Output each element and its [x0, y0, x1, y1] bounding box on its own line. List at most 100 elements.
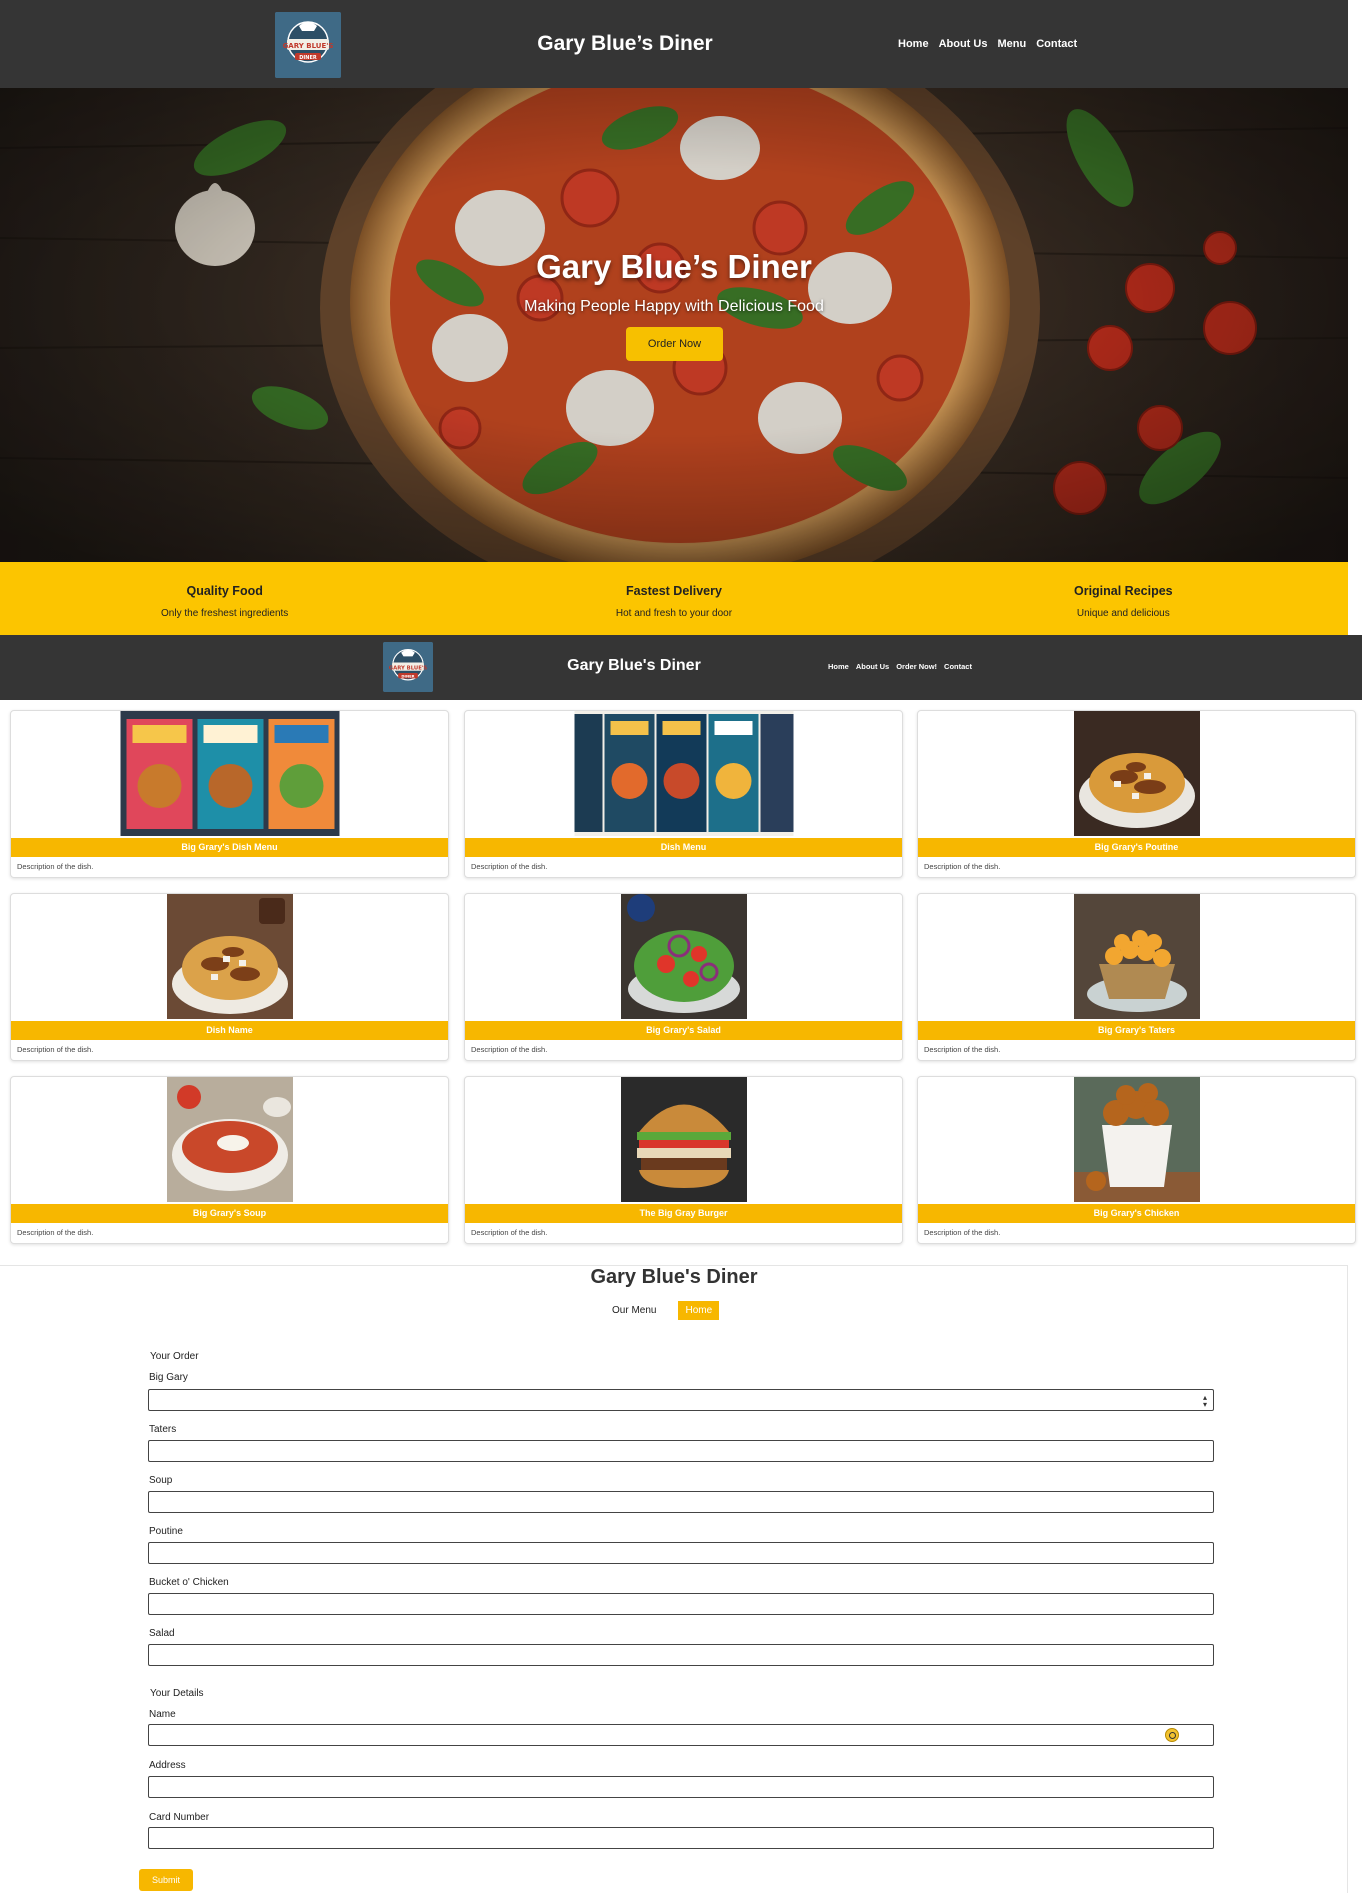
address-label: Address [149, 1760, 186, 1771]
card-description: Description of the dish. [471, 1228, 548, 1237]
svg-text:DINER: DINER [299, 55, 317, 61]
card-number-field[interactable] [148, 1827, 1214, 1849]
bucket-chicken-field[interactable] [148, 1593, 1214, 1615]
card-description: Description of the dish. [924, 1045, 1001, 1054]
card-description: Description of the dish. [924, 1228, 1001, 1237]
card-description: Description of the dish. [471, 862, 548, 871]
poutine-image [166, 894, 293, 1019]
big-gary-select[interactable]: ▴ ▾ [148, 1389, 1214, 1411]
menu-card[interactable]: Big Grary's Poutine Description of the d… [917, 710, 1356, 878]
menu-posters-image [574, 711, 793, 836]
select-arrows-icon: ▴ ▾ [1202, 1393, 1207, 1409]
salad-field[interactable] [148, 1644, 1214, 1666]
poutine-image [1073, 711, 1200, 836]
top-header: GARY BLUE'S DINER Gary Blue’s Diner Home… [0, 0, 1348, 88]
taters-image [1073, 894, 1200, 1019]
main-nav: Home About Us Menu Contact [898, 38, 1077, 50]
nav-link-order[interactable]: Order Now! [896, 662, 937, 671]
salad-label: Salad [149, 1628, 175, 1639]
nav-link-contact[interactable]: Contact [944, 662, 972, 671]
card-title: Dish Name [11, 1021, 448, 1040]
feature-title: Fastest Delivery [626, 584, 722, 598]
poutine-label: Poutine [149, 1526, 183, 1537]
card-number-label: Card Number [149, 1812, 210, 1823]
feature-text: Unique and delicious [1076, 608, 1170, 619]
feature-delivery: Fastest Delivery Hot and fresh to your d… [449, 562, 898, 635]
tab-home[interactable]: Home [678, 1301, 720, 1320]
soup-field[interactable] [148, 1491, 1214, 1513]
pizza-hero-image [0, 88, 1348, 562]
nav-link-menu[interactable]: Menu [997, 38, 1026, 50]
menu-card[interactable]: Dish Menu Description of the dish. [464, 710, 903, 878]
site-title: Gary Blue's Diner [567, 657, 701, 674]
chicken-bucket-image [1073, 1077, 1200, 1202]
diner-logo[interactable]: GARY BLUE'S DINER [383, 642, 433, 692]
site-title: Gary Blue’s Diner [537, 32, 713, 55]
card-title: Big Grary's Poutine [918, 838, 1355, 857]
menu-card[interactable]: Big Grary's Salad Description of the dis… [464, 893, 903, 1061]
menu-card[interactable]: Dish Name Description of the dish. [10, 893, 449, 1061]
hero-banner: Gary Blue’s Diner Making People Happy wi… [0, 88, 1348, 562]
your-order-heading: Your Order [150, 1351, 199, 1362]
page: GARY BLUE'S DINER Gary Blue’s Diner Home… [0, 0, 1362, 1893]
card-title: Big Grary's Chicken [918, 1204, 1355, 1223]
bucket-chicken-label: Bucket o' Chicken [149, 1577, 229, 1588]
card-title: Big Grary's Dish Menu [11, 838, 448, 857]
card-description: Description of the dish. [17, 1228, 94, 1237]
address-field[interactable] [148, 1776, 1214, 1798]
salad-image [620, 894, 747, 1019]
nav-link-about[interactable]: About Us [939, 38, 988, 50]
menu-card[interactable]: The Big Gray Burger Description of the d… [464, 1076, 903, 1244]
features-strip: Quality Food Only the freshest ingredien… [0, 562, 1348, 635]
card-description: Description of the dish. [17, 1045, 94, 1054]
card-description: Description of the dish. [924, 862, 1001, 871]
big-gary-label: Big Gary [149, 1372, 188, 1383]
nav-link-home[interactable]: Home [828, 662, 849, 671]
card-title: Dish Menu [465, 838, 902, 857]
svg-text:GARY BLUE'S: GARY BLUE'S [389, 665, 428, 671]
nav-link-home[interactable]: Home [898, 38, 929, 50]
feature-title: Original Recipes [1073, 584, 1173, 598]
svg-text:DINER: DINER [401, 674, 414, 679]
nav-link-contact[interactable]: Contact [1036, 38, 1077, 50]
menu-nav: Home About Us Order Now! Contact [828, 662, 972, 671]
card-title: Big Grary's Soup [11, 1204, 448, 1223]
poutine-field[interactable] [148, 1542, 1214, 1564]
diner-logo-graphic: GARY BLUE'S DINER [383, 642, 433, 692]
diner-logo[interactable]: GARY BLUE'S DINER [275, 12, 341, 78]
menu-posters-image [120, 711, 339, 836]
card-description: Description of the dish. [17, 862, 94, 871]
burger-image [620, 1077, 747, 1202]
feature-recipes: Original Recipes Unique and delicious [899, 562, 1348, 635]
taters-label: Taters [149, 1424, 177, 1435]
feature-text: Only the freshest ingredients [161, 608, 289, 619]
diner-logo-graphic: GARY BLUE'S DINER [275, 12, 341, 78]
feature-text: Hot and fresh to your door [615, 608, 733, 619]
name-field[interactable] [148, 1724, 1214, 1746]
card-title: The Big Gray Burger [465, 1204, 902, 1223]
menu-card[interactable]: Big Grary's Chicken Description of the d… [917, 1076, 1356, 1244]
card-title: Big Grary's Taters [918, 1021, 1355, 1040]
card-description: Description of the dish. [471, 1045, 548, 1054]
menu-card[interactable]: Big Grary's Soup Description of the dish… [10, 1076, 449, 1244]
tab-our-menu[interactable]: Our Menu [612, 1305, 656, 1316]
feature-title: Quality Food [186, 584, 263, 598]
order-form-title: Gary Blue's Diner [590, 1266, 758, 1288]
svg-text:GARY BLUE'S: GARY BLUE'S [283, 42, 334, 50]
order-now-button[interactable]: Order Now [626, 327, 723, 361]
soup-image [166, 1077, 293, 1202]
soup-label: Soup [149, 1475, 173, 1486]
menu-header: GARY BLUE'S DINER Gary Blue's Diner Home… [0, 635, 1362, 700]
submit-button[interactable]: Submit [139, 1869, 193, 1891]
autofill-icon[interactable] [1165, 1728, 1179, 1742]
nav-link-about[interactable]: About Us [856, 662, 889, 671]
menu-card[interactable]: Big Grary's Taters Description of the di… [917, 893, 1356, 1061]
feature-quality: Quality Food Only the freshest ingredien… [0, 562, 449, 635]
your-details-heading: Your Details [150, 1688, 204, 1699]
order-form-tabs: Our Menu Home [612, 1301, 720, 1320]
taters-field[interactable] [148, 1440, 1214, 1462]
card-title: Big Grary's Salad [465, 1021, 902, 1040]
menu-card[interactable]: Big Grary's Dish Menu Description of the… [10, 710, 449, 878]
name-label: Name [149, 1709, 176, 1720]
hero-title: Gary Blue’s Diner [536, 248, 812, 285]
